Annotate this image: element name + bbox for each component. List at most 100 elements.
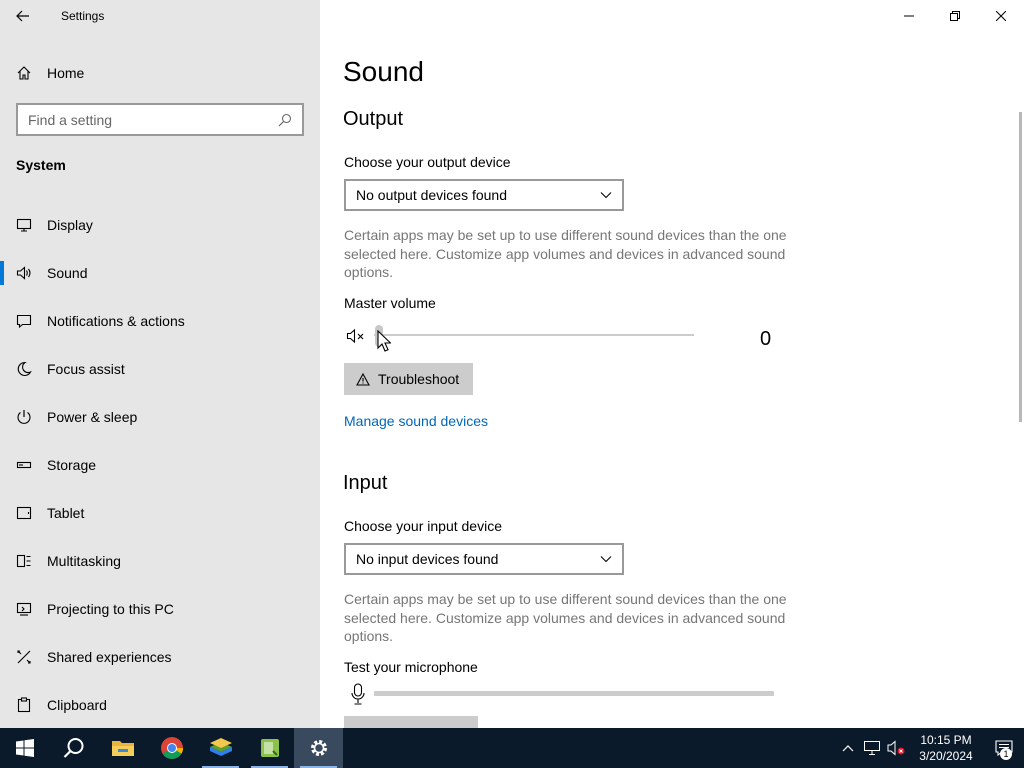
volume-muted-icon — [887, 740, 905, 756]
sidebar-item-label: Focus assist — [47, 361, 125, 377]
output-device-dropdown[interactable]: No output devices found — [344, 179, 624, 211]
folder-icon — [111, 741, 134, 756]
back-arrow-icon — [16, 10, 29, 22]
output-section-title: Output — [343, 108, 404, 130]
input-device-label: Choose your input device — [344, 518, 502, 534]
settings-button[interactable] — [294, 728, 343, 768]
master-volume-slider[interactable] — [374, 334, 694, 336]
sidebar-item-display[interactable]: Display — [0, 201, 320, 249]
clipboard-icon — [0, 695, 47, 715]
sidebar-item-label: Shared experiences — [47, 649, 172, 665]
notifications-icon — [0, 311, 47, 331]
multitasking-icon — [0, 551, 47, 571]
close-button[interactable] — [978, 0, 1024, 32]
microphone-level-meter — [374, 691, 774, 696]
show-hidden-icons-button[interactable] — [836, 728, 860, 768]
display-icon — [0, 215, 47, 235]
chevron-up-icon — [842, 745, 854, 752]
sidebar-item-sound[interactable]: Sound — [0, 249, 320, 297]
bluestacks-icon — [209, 738, 232, 756]
tablet-icon — [0, 503, 47, 523]
restore-icon — [950, 11, 960, 21]
group-title: System — [16, 157, 66, 173]
chevron-down-icon — [600, 556, 612, 563]
clock[interactable]: 10:15 PM 3/20/2024 — [908, 732, 984, 764]
sidebar-item-label: Clipboard — [47, 697, 107, 713]
volume-button[interactable] — [884, 728, 908, 768]
window-controls — [886, 0, 1024, 32]
sidebar-item-projecting[interactable]: Projecting to this PC — [0, 585, 320, 633]
clock-time: 10:15 PM — [920, 733, 972, 747]
android-app-icon — [260, 739, 279, 757]
back-button[interactable] — [0, 0, 46, 32]
start-button[interactable] — [0, 728, 49, 768]
output-device-value: No output devices found — [356, 187, 507, 203]
sidebar-item-label: Display — [47, 217, 93, 233]
sidebar-item-label: Power & sleep — [47, 409, 138, 425]
input-description: Certain apps may be set up to use differ… — [344, 591, 787, 644]
taskbar: 10:15 PM 3/20/2024 1 — [0, 728, 1024, 768]
network-button[interactable] — [860, 728, 884, 768]
home-label: Home — [47, 65, 85, 81]
sidebar-item-power-sleep[interactable]: Power & sleep — [0, 393, 320, 441]
search-box[interactable] — [16, 103, 304, 136]
search-input[interactable] — [28, 111, 278, 128]
sidebar-item-shared-experiences[interactable]: Shared experiences — [0, 633, 320, 681]
sidebar-item-label: Storage — [47, 457, 97, 473]
microphone-icon — [351, 683, 365, 705]
search-icon — [63, 738, 83, 758]
sidebar-item-label: Notifications & actions — [47, 313, 185, 329]
sidebar-item-label: Multitasking — [47, 553, 121, 569]
chevron-down-icon — [600, 192, 612, 199]
search-icon — [278, 113, 292, 126]
storage-icon — [0, 455, 47, 475]
chrome-button[interactable] — [147, 728, 196, 768]
sidebar-item-multitasking[interactable]: Multitasking — [0, 537, 320, 585]
sidebar-item-label: Projecting to this PC — [47, 601, 174, 617]
sidebar-item-storage[interactable]: Storage — [0, 441, 320, 489]
restore-button[interactable] — [932, 0, 978, 32]
troubleshoot-label: Troubleshoot — [378, 371, 460, 387]
manage-sound-devices-link[interactable]: Manage sound devices — [344, 413, 488, 429]
output-description: Certain apps may be set up to use differ… — [344, 227, 787, 280]
speaker-muted-icon[interactable] — [346, 326, 366, 346]
input-device-value: No input devices found — [356, 551, 499, 567]
sidebar-item-focus-assist[interactable]: Focus assist — [0, 345, 320, 393]
troubleshoot-button[interactable]: Troubleshoot — [344, 363, 474, 395]
search-button[interactable] — [49, 728, 98, 768]
moon-icon — [0, 359, 47, 379]
start-test-button[interactable] — [344, 716, 478, 728]
main-content: Sound Output Choose your output device N… — [320, 0, 1024, 728]
speaker-icon — [0, 263, 47, 283]
scrollbar[interactable] — [1019, 112, 1022, 422]
sidebar-item-tablet[interactable]: Tablet — [0, 489, 320, 537]
sidebar-item-notifications[interactable]: Notifications & actions — [0, 297, 320, 345]
projecting-icon — [0, 599, 47, 619]
input-section-title: Input — [343, 472, 388, 494]
sidebar: Settings Home System Display Sound Notif… — [0, 0, 320, 728]
windows-logo-icon — [15, 739, 34, 757]
gear-icon — [310, 740, 327, 756]
nav-list: Display Sound Notifications & actions Fo… — [0, 201, 320, 729]
network-icon — [864, 741, 880, 755]
input-device-dropdown[interactable]: No input devices found — [344, 543, 624, 575]
system-tray: 10:15 PM 3/20/2024 1 — [836, 728, 1024, 768]
shared-experiences-icon — [0, 647, 47, 667]
home-icon — [0, 63, 47, 83]
clock-date: 3/20/2024 — [919, 749, 973, 763]
master-volume-value: 0 — [760, 328, 772, 350]
action-center-button[interactable]: 1 — [984, 728, 1024, 768]
bluestacks-button[interactable] — [196, 728, 245, 768]
output-device-label: Choose your output device — [344, 154, 511, 170]
minimize-button[interactable] — [886, 0, 932, 32]
title-bar: Settings — [0, 0, 320, 32]
sidebar-item-label: Sound — [47, 265, 88, 281]
warning-icon — [356, 372, 370, 386]
master-volume-label: Master volume — [344, 295, 436, 311]
app-installer-button[interactable] — [245, 728, 294, 768]
file-explorer-button[interactable] — [98, 728, 147, 768]
minimize-icon — [904, 15, 914, 17]
sidebar-item-clipboard[interactable]: Clipboard — [0, 681, 320, 729]
test-microphone-label: Test your microphone — [344, 659, 478, 675]
sidebar-item-home[interactable]: Home — [0, 56, 320, 90]
